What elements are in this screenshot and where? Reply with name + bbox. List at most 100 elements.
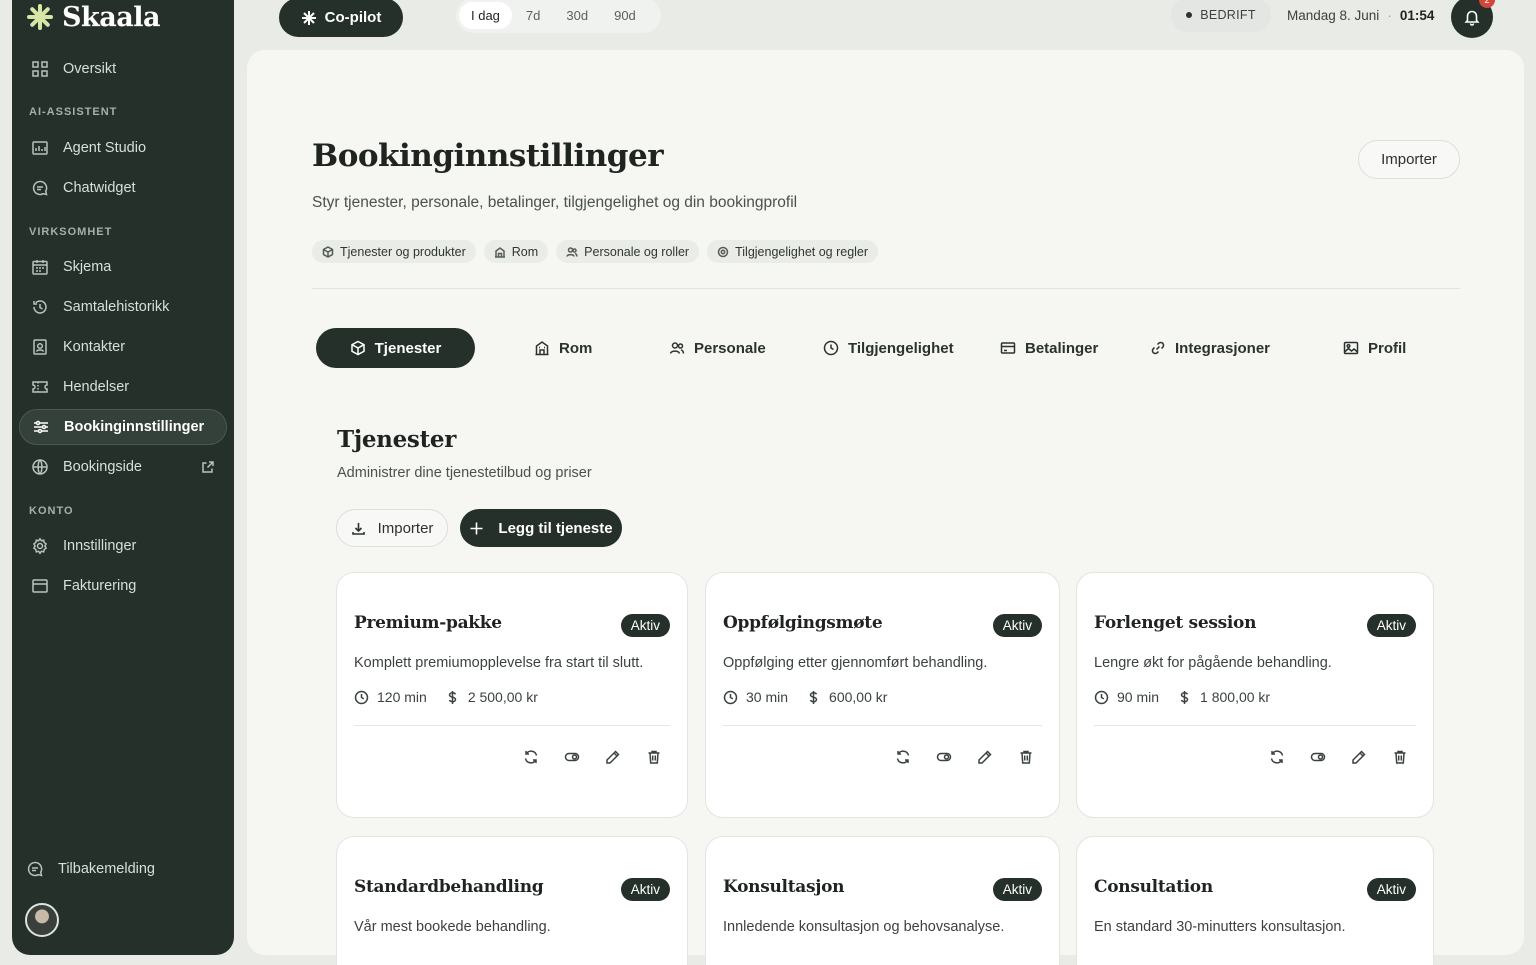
tab-betalinger[interactable]: Betalinger bbox=[1000, 328, 1098, 368]
duration: 90 min bbox=[1094, 689, 1159, 705]
tab-label: Tilgjengelighet bbox=[848, 339, 954, 357]
toggle-icon[interactable] bbox=[1310, 749, 1326, 765]
sidebar-item-bookingside[interactable]: Bookingside bbox=[19, 449, 227, 485]
sidebar-item-oversikt[interactable]: Oversikt bbox=[19, 51, 227, 87]
sidebar-item-bookinginnstillinger[interactable]: Bookinginnstillinger bbox=[19, 409, 227, 445]
gear-icon bbox=[32, 537, 48, 555]
tab-label: Rom bbox=[559, 339, 593, 357]
service-card[interactable]: Oppfølgingsmøte Aktiv Oppfølging etter g… bbox=[705, 572, 1060, 818]
toggle-icon[interactable] bbox=[564, 749, 580, 765]
service-card[interactable]: Consultation Aktiv En standard 30-minutt… bbox=[1076, 836, 1434, 965]
trash-icon[interactable] bbox=[1392, 749, 1408, 765]
ticket-icon bbox=[32, 381, 48, 393]
external-link-icon[interactable] bbox=[201, 460, 215, 474]
range-today[interactable]: I dag bbox=[459, 2, 512, 29]
sidebar-item-skjema[interactable]: Skjema bbox=[19, 249, 227, 285]
avatar[interactable] bbox=[25, 903, 59, 937]
sidebar-item-label: Chatwidget bbox=[63, 180, 136, 196]
edit-icon[interactable] bbox=[1351, 749, 1367, 765]
box-icon bbox=[322, 245, 334, 258]
tab-integrasjoner[interactable]: Integrasjoner bbox=[1150, 328, 1270, 368]
edit-icon[interactable] bbox=[977, 749, 993, 765]
globe-icon bbox=[32, 459, 48, 475]
refresh-icon[interactable] bbox=[523, 749, 539, 765]
sidebar-item-kontakter[interactable]: Kontakter bbox=[19, 329, 227, 365]
price: 600,00 kr bbox=[806, 689, 887, 705]
agent-studio-icon bbox=[32, 141, 48, 155]
range-30d[interactable]: 30d bbox=[554, 2, 600, 29]
status-dot-icon bbox=[1186, 12, 1193, 18]
tab-personale[interactable]: Personale bbox=[669, 328, 766, 368]
tab-label: Betalinger bbox=[1025, 339, 1099, 357]
sparkle-icon bbox=[301, 10, 316, 25]
card-divider bbox=[723, 725, 1042, 726]
sidebar-item-label: Kontakter bbox=[63, 339, 126, 355]
clock-icon bbox=[1094, 690, 1109, 704]
trash-icon[interactable] bbox=[646, 749, 662, 765]
service-name: Consultation bbox=[1094, 877, 1213, 897]
refresh-icon[interactable] bbox=[895, 749, 911, 765]
environment-badge[interactable]: BEDRIFT bbox=[1171, 0, 1271, 32]
service-name: Premium-pakke bbox=[354, 613, 502, 633]
users-icon bbox=[669, 342, 685, 354]
history-icon bbox=[33, 300, 47, 314]
chip-tilgjengelighet-og-regler[interactable]: Tilgjengelighet og regler bbox=[707, 240, 879, 263]
sidebar-item-fakturering[interactable]: Fakturering bbox=[19, 568, 227, 604]
trash-icon[interactable] bbox=[1018, 749, 1034, 765]
status-badge: Aktiv bbox=[992, 614, 1042, 637]
contacts-icon bbox=[33, 339, 47, 355]
tab-rom[interactable]: Rom bbox=[534, 328, 592, 368]
building-icon bbox=[494, 246, 505, 258]
chip-tjenester-og-produkter[interactable]: Tjenester og produkter bbox=[312, 240, 476, 263]
sidebar-item-agent-studio[interactable]: Agent Studio bbox=[19, 130, 227, 166]
toggle-icon[interactable] bbox=[936, 749, 952, 765]
main-panel: Bookinginnstillinger Styr tjenester, per… bbox=[247, 50, 1524, 965]
logo[interactable]: Skaala bbox=[26, 0, 160, 34]
range-90d[interactable]: 90d bbox=[602, 2, 648, 29]
service-name: Konsultasjon bbox=[723, 877, 845, 897]
service-card[interactable]: Forlenget session Aktiv Lengre økt for p… bbox=[1076, 572, 1434, 818]
sidebar-item-hendelser[interactable]: Hendelser bbox=[19, 369, 227, 405]
date-range-selector: I dag 7d 30d 90d bbox=[456, 0, 661, 33]
sidebar-item-chatwidget[interactable]: Chatwidget bbox=[19, 170, 227, 206]
service-card[interactable]: Konsultasjon Aktiv Innledende konsultasj… bbox=[705, 836, 1060, 965]
service-card[interactable]: Standardbehandling Aktiv Vår mest booked… bbox=[336, 836, 688, 965]
chip-label: Tjenester og produkter bbox=[340, 244, 466, 259]
sliders-icon bbox=[34, 420, 48, 434]
button-label: Legg til tjeneste bbox=[498, 519, 613, 537]
price-value: 600,00 kr bbox=[829, 689, 888, 705]
sidebar-item-tilbakemelding[interactable]: Tilbakemelding bbox=[14, 851, 222, 887]
service-description: Oppfølging etter gjennomført behandling. bbox=[723, 655, 988, 671]
tab-label: Integrasjoner bbox=[1175, 339, 1271, 357]
service-card[interactable]: Premium-pakke Aktiv Komplett premiumoppl… bbox=[336, 572, 688, 818]
clock-icon bbox=[354, 690, 369, 704]
sidebar-item-samtalehistorikk[interactable]: Samtalehistorikk bbox=[19, 289, 227, 325]
duration-value: 90 min bbox=[1117, 689, 1160, 705]
date-separator: · bbox=[1387, 8, 1392, 23]
environment-label: BEDRIFT bbox=[1200, 8, 1256, 22]
calendar-icon bbox=[32, 260, 48, 275]
status-badge: Aktiv bbox=[1366, 614, 1416, 637]
card-divider bbox=[1094, 725, 1416, 726]
chip-rom[interactable]: Rom bbox=[483, 240, 549, 263]
tab-tjenester[interactable]: Tjenester bbox=[316, 328, 475, 368]
duration-value: 30 min bbox=[746, 689, 789, 705]
service-name: Oppfølgingsmøte bbox=[723, 613, 883, 633]
section-title: Tjenester bbox=[337, 426, 457, 453]
sidebar-item-label: Tilbakemelding bbox=[58, 861, 155, 877]
divider bbox=[312, 288, 1460, 289]
add-service-button[interactable]: Legg til tjeneste bbox=[460, 509, 622, 547]
tab-profil[interactable]: Profil bbox=[1343, 328, 1406, 368]
sidebar-item-innstillinger[interactable]: Innstillinger bbox=[19, 528, 227, 564]
chip-personale-og-roller[interactable]: Personale og roller bbox=[556, 240, 700, 263]
section-label-virksomhet: VIRKSOMHET bbox=[29, 226, 113, 238]
copilot-button[interactable]: Co-pilot bbox=[279, 0, 403, 37]
edit-icon[interactable] bbox=[605, 749, 621, 765]
import-button[interactable]: Importer bbox=[1358, 140, 1460, 179]
sidebar-item-label: Bookinginnstillinger bbox=[64, 419, 205, 435]
clock-icon bbox=[823, 340, 839, 356]
refresh-icon[interactable] bbox=[1269, 749, 1285, 765]
tab-tilgjengelighet[interactable]: Tilgjengelighet bbox=[823, 328, 954, 368]
range-7d[interactable]: 7d bbox=[514, 2, 552, 29]
import-services-button[interactable]: Importer bbox=[336, 509, 448, 547]
